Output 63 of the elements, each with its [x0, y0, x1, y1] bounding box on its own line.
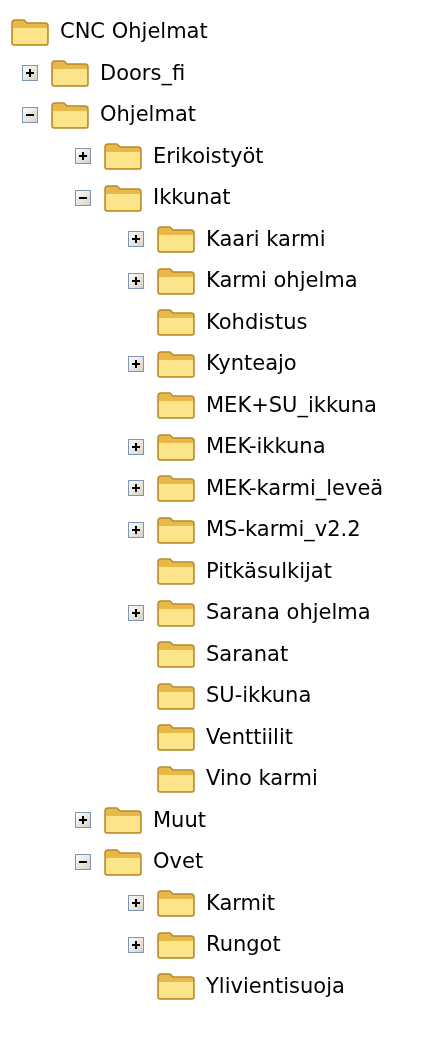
expand-button[interactable] — [22, 65, 38, 82]
folder-label[interactable]: Karmi ohjelma — [206, 265, 358, 297]
folder-icon — [156, 473, 196, 504]
collapse-button[interactable] — [75, 853, 91, 870]
folder-label[interactable]: MEK-karmi_leveä — [206, 472, 384, 504]
folder-icon — [156, 431, 196, 462]
folder-label[interactable]: Sarana ohjelma — [206, 597, 371, 629]
folder-icon — [156, 888, 196, 919]
folder-icon — [103, 805, 143, 836]
expand-button[interactable] — [128, 604, 144, 621]
folder-icon — [10, 16, 50, 47]
folder-icon — [156, 348, 196, 379]
folder-label[interactable]: MEK-ikkuna — [206, 431, 326, 463]
folder-icon — [156, 597, 196, 628]
folder-label[interactable]: Saranat — [206, 638, 289, 670]
folder-icon — [156, 763, 196, 794]
folder-label[interactable]: SU-ikkuna — [206, 680, 312, 712]
folder-icon — [156, 390, 196, 421]
folder-label[interactable]: Ohjelmat — [100, 99, 196, 131]
folder-label[interactable]: Muut — [153, 804, 206, 836]
folder-label[interactable]: Venttiilit — [206, 721, 293, 753]
expand-button[interactable] — [128, 521, 144, 538]
expand-button[interactable] — [75, 148, 91, 165]
folder-label[interactable]: Erikoistyöt — [153, 140, 264, 172]
folder-label[interactable]: Kynteajo — [206, 348, 297, 380]
folder-icon — [50, 99, 90, 130]
folder-icon — [50, 58, 90, 89]
folder-label[interactable]: MEK+SU_ikkuna — [206, 389, 377, 421]
folder-icon — [156, 971, 196, 1002]
folder-label[interactable]: Ylivientisuoja — [206, 970, 345, 1002]
folder-label[interactable]: MS-karmi_v2.2 — [206, 514, 361, 546]
folder-icon — [156, 680, 196, 711]
folder-icon — [156, 265, 196, 296]
folder-icon — [156, 556, 196, 587]
expand-button[interactable] — [128, 895, 144, 912]
folder-icon — [156, 639, 196, 670]
folder-icon — [156, 929, 196, 960]
expand-button[interactable] — [128, 480, 144, 497]
expand-button[interactable] — [128, 231, 144, 248]
expand-button[interactable] — [75, 812, 91, 829]
collapse-button[interactable] — [75, 189, 91, 206]
folder-icon — [156, 307, 196, 338]
folder-label[interactable]: Pitkäsulkijat — [206, 555, 332, 587]
folder-icon — [156, 224, 196, 255]
folder-label[interactable]: CNC Ohjelmat — [60, 16, 208, 48]
folder-label[interactable]: Kaari karmi — [206, 223, 326, 255]
expand-button[interactable] — [128, 272, 144, 289]
expand-button[interactable] — [128, 438, 144, 455]
folder-label[interactable]: Ovet — [153, 846, 204, 878]
folder-label[interactable]: Ikkunat — [153, 182, 231, 214]
folder-label[interactable]: Vino karmi — [206, 763, 318, 795]
folder-icon — [156, 514, 196, 545]
folder-label[interactable]: Rungot — [206, 929, 281, 961]
expand-button[interactable] — [128, 355, 144, 372]
folder-label[interactable]: Karmit — [206, 887, 276, 919]
folder-label[interactable]: Kohdistus — [206, 306, 308, 338]
folder-icon — [103, 182, 143, 213]
folder-label[interactable]: Doors_fi — [100, 57, 186, 89]
folder-icon — [103, 846, 143, 877]
folder-icon — [103, 141, 143, 172]
expand-button[interactable] — [128, 936, 144, 953]
collapse-button[interactable] — [22, 106, 38, 123]
folder-icon — [156, 722, 196, 753]
